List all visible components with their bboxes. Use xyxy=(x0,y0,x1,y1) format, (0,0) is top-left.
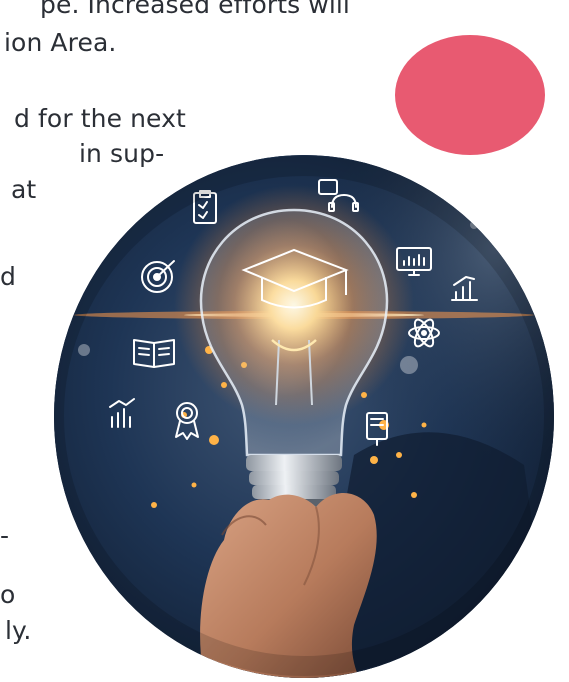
text-fragment-9: ly. xyxy=(5,616,32,645)
accent-dot xyxy=(395,35,545,155)
page: pe. Increased efforts will ion Area. d f… xyxy=(0,0,569,682)
lightbulb-photo xyxy=(54,155,554,678)
text-fragment-1: pe. Increased efforts will xyxy=(40,0,350,19)
text-fragment-3: d for the next xyxy=(14,104,186,133)
text-fragment-6: d xyxy=(0,262,16,291)
text-fragment-5: at xyxy=(11,175,37,204)
lightbulb-illustration xyxy=(54,155,554,678)
text-fragment-4: in sup- xyxy=(79,139,165,168)
text-fragment-7: - xyxy=(0,521,10,550)
text-fragment-2: ion Area. xyxy=(4,28,117,57)
text-fragment-8: o xyxy=(0,580,16,609)
